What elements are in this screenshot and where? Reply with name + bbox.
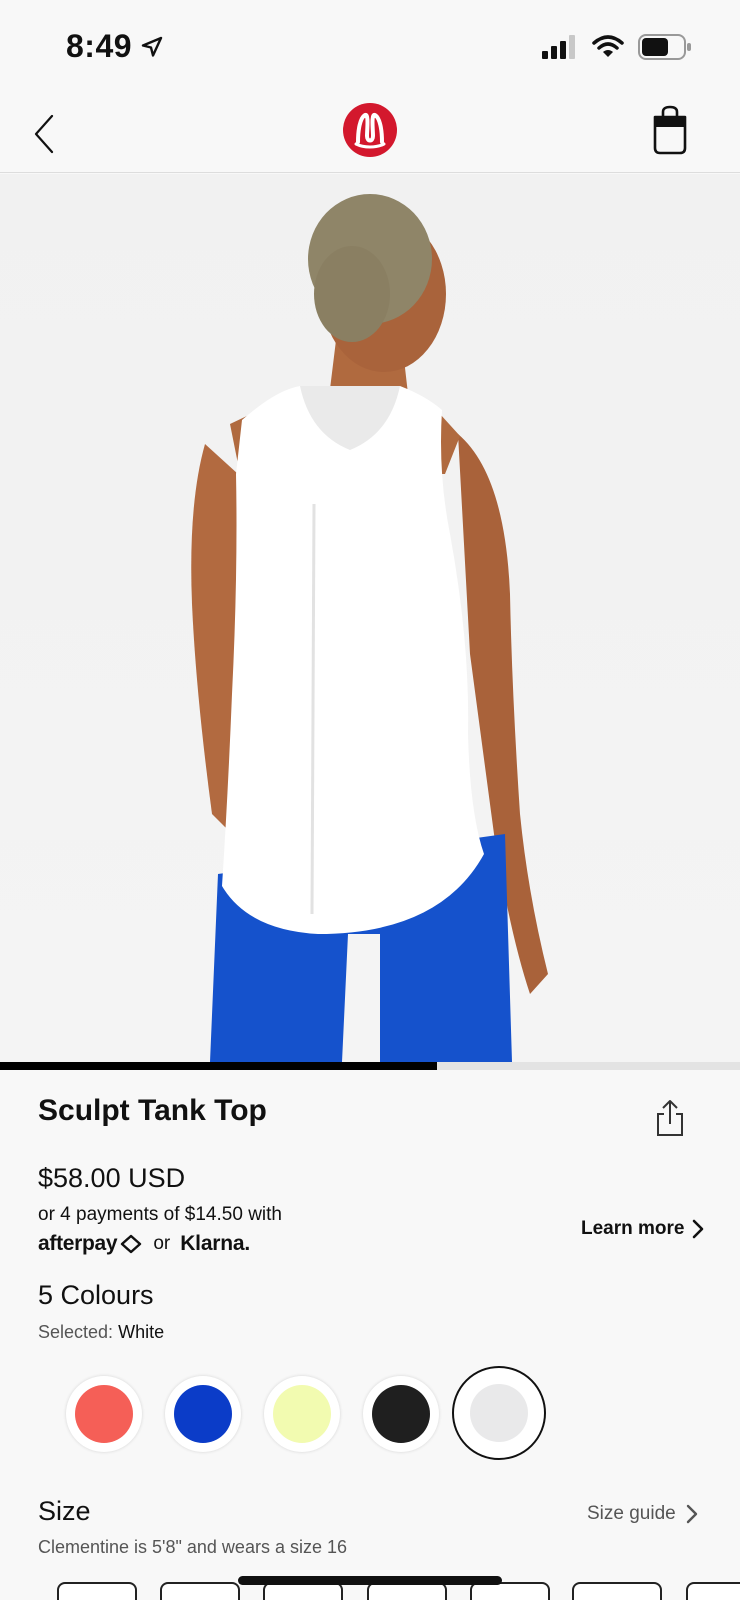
payment-options: afterpay or Klarna. — [38, 1232, 250, 1256]
size-option[interactable] — [686, 1582, 740, 1600]
wifi-icon — [592, 35, 624, 57]
home-indicator — [238, 1576, 502, 1585]
colour-swatch-dot — [470, 1384, 528, 1442]
afterpay-logo[interactable]: afterpay — [38, 1232, 143, 1256]
location-arrow-icon — [141, 36, 163, 57]
colour-swatch-black[interactable] — [363, 1376, 439, 1452]
colour-swatch-lime[interactable] — [264, 1376, 340, 1452]
afterpay-arrows-icon — [121, 1234, 142, 1254]
chevron-left-icon — [34, 114, 54, 154]
learn-more-link[interactable]: Learn more — [581, 1218, 704, 1240]
size-option[interactable] — [572, 1582, 662, 1600]
chevron-right-icon — [693, 1219, 704, 1239]
cellular-signal-icon — [542, 35, 575, 59]
share-button[interactable] — [652, 1098, 688, 1138]
product-price: $58.00 USD — [38, 1163, 186, 1193]
clock: 8:49 — [66, 28, 133, 64]
colour-swatches — [66, 1366, 546, 1462]
status-indicators — [542, 34, 692, 60]
selected-colour: Selected: White — [38, 1322, 165, 1342]
colour-swatch-blue[interactable] — [165, 1376, 241, 1452]
colour-swatch-coral[interactable] — [66, 1376, 142, 1452]
status-time: 8:49 — [66, 28, 164, 65]
klarna-logo[interactable]: Klarna. — [180, 1232, 250, 1256]
colour-swatch-dot — [273, 1385, 331, 1443]
size-guide-link[interactable]: Size guide — [587, 1503, 698, 1525]
gallery-progress-fill — [0, 1062, 437, 1070]
size-option[interactable] — [57, 1582, 137, 1600]
payment-or: or — [153, 1233, 171, 1254]
status-bar: 8:49 — [0, 0, 740, 95]
product-title: Sculpt Tank Top — [38, 1094, 267, 1127]
shopping-bag-icon — [653, 105, 687, 155]
product-photo — [191, 194, 548, 1062]
colours-heading: 5 Colours — [38, 1280, 154, 1310]
selected-colour-value: White — [118, 1322, 165, 1342]
colour-swatch-white[interactable] — [452, 1366, 546, 1460]
colour-swatch-dot — [75, 1385, 133, 1443]
lululemon-logo[interactable] — [342, 102, 398, 158]
chevron-right-icon — [686, 1504, 697, 1524]
product-image[interactable] — [0, 174, 740, 1062]
share-icon — [657, 1100, 683, 1136]
fit-note: Clementine is 5'8" and wears a size 16 — [38, 1537, 347, 1557]
size-heading: Size — [38, 1496, 91, 1526]
back-button[interactable] — [24, 109, 64, 159]
size-option[interactable] — [160, 1582, 240, 1600]
colour-swatch-dot — [372, 1385, 430, 1443]
nav-bar — [0, 95, 740, 173]
colour-swatch-dot — [174, 1385, 232, 1443]
gallery-progress — [0, 1062, 740, 1070]
shopping-bag-button[interactable] — [650, 105, 690, 157]
installments-text: or 4 payments of $14.50 with — [38, 1204, 282, 1225]
battery-icon — [638, 34, 691, 60]
